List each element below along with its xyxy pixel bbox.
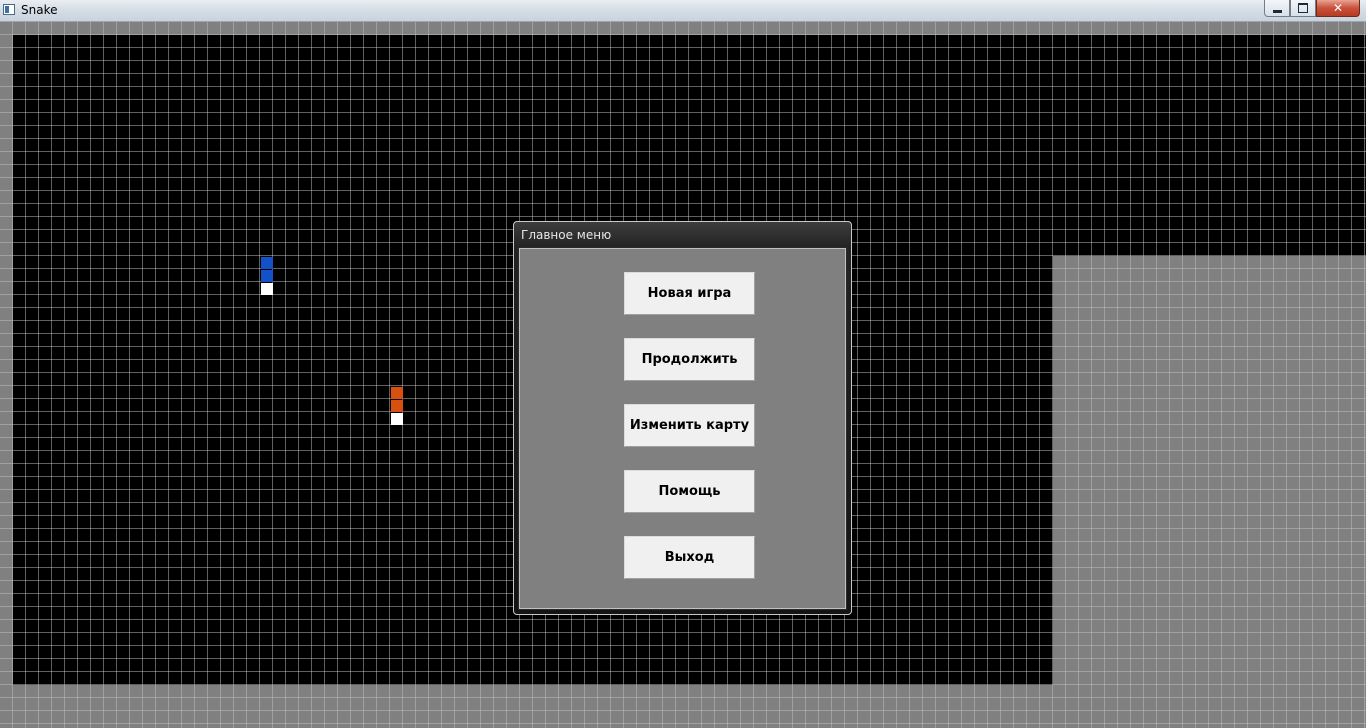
minimize-icon [1272, 9, 1282, 13]
app-icon [3, 4, 15, 15]
new-game-button[interactable]: Новая игра [624, 272, 755, 315]
continue-button[interactable]: Продолжить [624, 338, 755, 381]
close-button[interactable]: ✕ [1316, 0, 1360, 17]
title-bar[interactable]: Snake ✕ [0, 0, 1366, 22]
close-icon: ✕ [1332, 1, 1344, 15]
window-controls: ✕ [1264, 0, 1360, 18]
snake-orange-tail [391, 413, 403, 425]
main-menu-dialog: Главное меню Новая игра Продолжить Измен… [513, 221, 852, 615]
snake-blue-segment [261, 257, 273, 269]
snake-orange-segment [391, 400, 403, 412]
window-title: Snake [21, 3, 58, 17]
help-button[interactable]: Помощь [624, 470, 755, 513]
snake-blue-segment [261, 270, 273, 282]
exit-button[interactable]: Выход [624, 536, 755, 579]
restore-icon [1298, 3, 1308, 13]
change-map-button[interactable]: Изменить карту [624, 404, 755, 447]
snake-blue-tail [261, 283, 273, 295]
minimize-button[interactable] [1264, 0, 1290, 17]
snake-orange-segment [391, 387, 403, 399]
main-menu-title: Главное меню [521, 228, 612, 242]
main-menu-panel: Новая игра Продолжить Изменить карту Пом… [518, 247, 847, 610]
restore-button[interactable] [1290, 0, 1316, 17]
